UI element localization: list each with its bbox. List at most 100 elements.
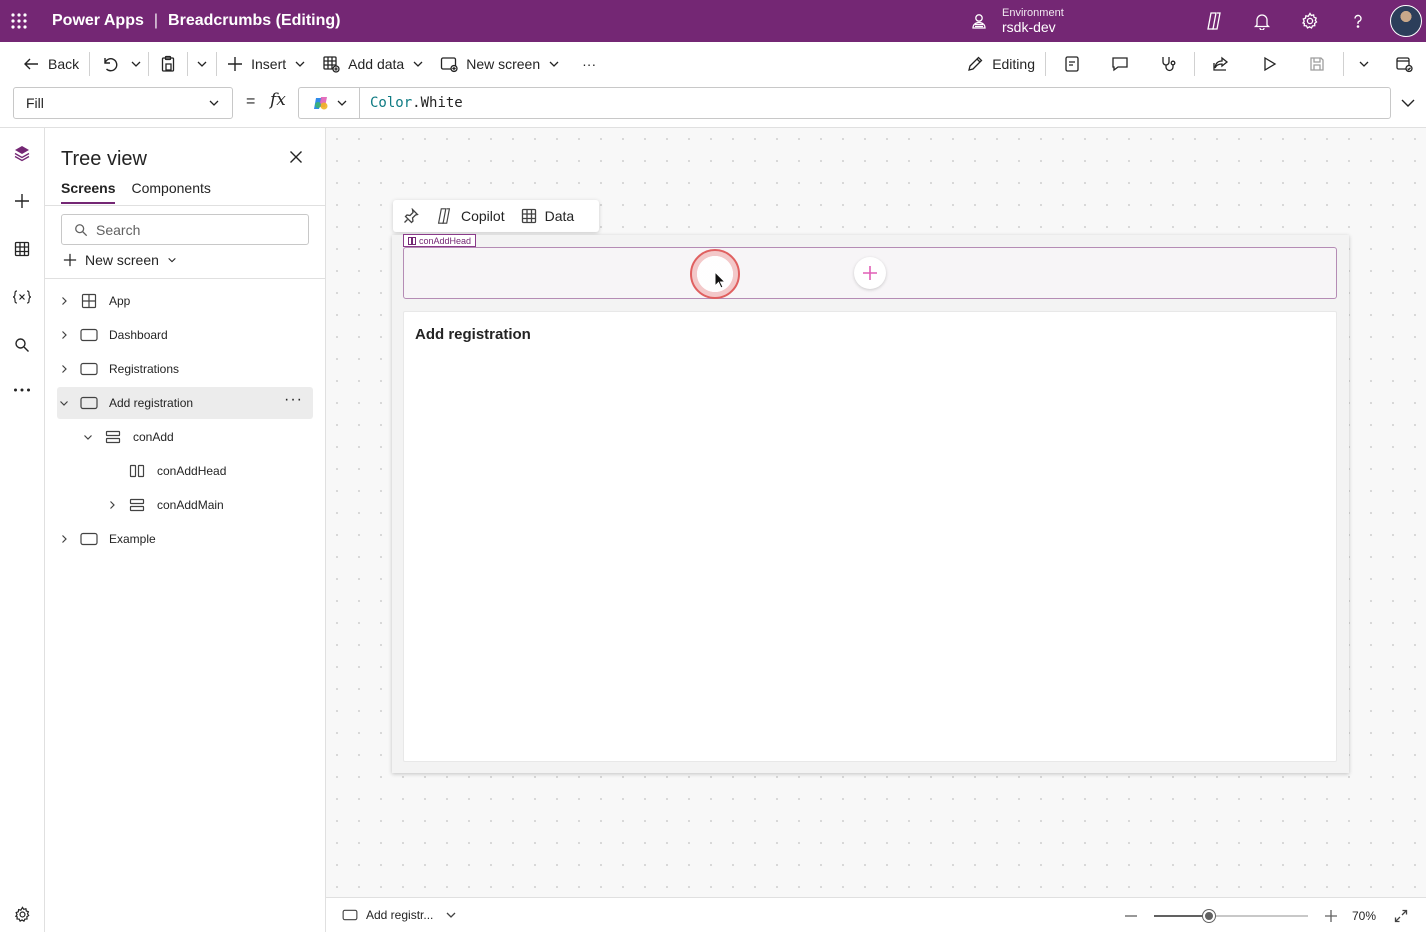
more-rail-button[interactable] — [0, 370, 44, 410]
chevron-down-icon[interactable] — [81, 432, 95, 442]
save-menu-button[interactable] — [1346, 48, 1382, 80]
more-commands-button[interactable]: ··· — [568, 48, 610, 80]
variables-rail-button[interactable] — [0, 277, 44, 317]
app-launcher-icon[interactable] — [0, 0, 38, 42]
undo-button[interactable] — [92, 48, 126, 80]
tree-node-add-registration[interactable]: Add registration ··· — [57, 387, 313, 419]
share-button[interactable] — [1197, 48, 1245, 80]
settings-rail-button[interactable] — [0, 894, 44, 932]
editing-label: Editing — [992, 56, 1035, 72]
selected-control-tag: conAddHead — [403, 234, 477, 247]
expand-formula-button[interactable] — [1400, 95, 1416, 111]
formula-input[interactable]: Color .White — [359, 87, 1391, 119]
tree-node-conadd[interactable]: conAdd — [81, 421, 313, 453]
divider — [216, 52, 218, 76]
property-dropdown[interactable]: Fill — [13, 87, 233, 119]
tree-view-button[interactable] — [0, 133, 44, 173]
pencil-icon — [966, 55, 984, 73]
zoom-slider-thumb[interactable] — [1203, 909, 1216, 922]
chevron-right-icon[interactable] — [105, 500, 119, 510]
help-icon[interactable] — [1334, 0, 1382, 42]
chevron-right-icon[interactable] — [57, 534, 71, 544]
tree-node-conaddhead[interactable]: conAddHead — [105, 455, 313, 487]
tree-node-dashboard[interactable]: Dashboard — [57, 319, 313, 351]
chevron-right-icon[interactable] — [57, 296, 71, 306]
back-label: Back — [48, 56, 80, 72]
environment-picker[interactable]: Environment rsdk-dev — [970, 0, 1064, 42]
insert-label: Insert — [251, 56, 287, 72]
tree-node-label: conAdd — [133, 430, 174, 444]
add-control-button[interactable] — [854, 257, 886, 289]
tab-screens[interactable]: Screens — [61, 180, 116, 204]
avatar[interactable] — [1390, 5, 1422, 37]
play-icon — [1260, 55, 1278, 73]
chevron-down-icon — [294, 58, 306, 70]
pin-icon[interactable] — [403, 208, 419, 224]
data-rail-button[interactable] — [0, 229, 44, 269]
chevron-down-icon — [336, 97, 348, 109]
screen-picker[interactable]: Add registr... — [342, 908, 457, 922]
plus-icon — [63, 253, 77, 267]
tree-node-app[interactable]: App — [57, 285, 313, 317]
tree-node-example[interactable]: Example — [57, 523, 313, 555]
more-options-icon[interactable]: ··· — [284, 392, 303, 408]
search-rail-button[interactable] — [0, 325, 44, 365]
gear-icon — [14, 905, 31, 923]
comments-button[interactable] — [1096, 48, 1144, 80]
chevron-down-icon — [412, 58, 424, 70]
main-title: Add registration — [415, 326, 531, 343]
tree-node-label: App — [109, 294, 131, 308]
undo-menu-button[interactable] — [126, 48, 146, 80]
new-screen-tree-button[interactable]: New screen — [63, 252, 177, 268]
chevron-right-icon[interactable] — [57, 330, 71, 340]
paste-menu-button[interactable] — [190, 48, 214, 80]
gear-icon[interactable] — [1286, 0, 1334, 42]
app-checker-button[interactable] — [1048, 48, 1096, 80]
data-toolbar-button[interactable]: Data — [521, 208, 574, 224]
preview-button[interactable] — [1245, 48, 1293, 80]
new-screen-button[interactable]: New screen — [432, 48, 568, 80]
back-button[interactable]: Back — [14, 48, 87, 80]
zoom-in-icon[interactable] — [1316, 909, 1346, 923]
zoom-out-icon[interactable] — [1116, 909, 1146, 923]
tree-node-conaddmain[interactable]: conAddMain — [105, 489, 313, 521]
table-icon — [14, 241, 30, 257]
conaddmain-container[interactable]: Add registration — [403, 311, 1337, 762]
tree-node-registrations[interactable]: Registrations — [57, 353, 313, 385]
more-icon: ··· — [582, 56, 597, 72]
copilot-icon[interactable] — [1190, 0, 1238, 42]
health-check-button[interactable] — [1144, 48, 1192, 80]
bell-icon[interactable] — [1238, 0, 1286, 42]
chevron-down-icon[interactable] — [57, 398, 71, 408]
horizontal-container-icon — [408, 236, 416, 245]
divider — [89, 52, 91, 76]
plus-icon — [14, 193, 30, 209]
fit-to-window-icon[interactable] — [1386, 909, 1416, 923]
close-icon[interactable] — [289, 150, 303, 164]
table-icon — [521, 208, 537, 224]
insert-button[interactable]: Insert — [219, 48, 314, 80]
app-name[interactable]: Power Apps — [52, 12, 144, 30]
divider — [45, 278, 325, 279]
divider — [1194, 52, 1195, 76]
chevron-down-icon — [1358, 58, 1370, 70]
editing-button[interactable]: Editing — [958, 48, 1043, 80]
save-button[interactable] — [1293, 48, 1341, 80]
copilot-toolbar-button[interactable]: Copilot — [435, 207, 505, 225]
screen-picker-label: Add registr... — [366, 908, 434, 922]
screen-icon — [79, 396, 99, 410]
add-data-button[interactable]: Add data — [314, 48, 432, 80]
publish-button[interactable] — [1382, 48, 1426, 80]
screen-icon — [342, 909, 358, 921]
environment-icon — [970, 12, 988, 30]
chevron-right-icon[interactable] — [57, 364, 71, 374]
tab-components[interactable]: Components — [131, 180, 210, 204]
insert-rail-button[interactable] — [0, 181, 44, 221]
formula-copilot-button[interactable] — [298, 87, 360, 119]
comment-icon — [1111, 55, 1129, 73]
search-input[interactable]: Search — [61, 214, 309, 245]
new-screen-label: New screen — [466, 56, 541, 72]
zoom-slider[interactable] — [1153, 909, 1308, 923]
fx-icon: fx — [270, 90, 286, 110]
paste-button[interactable] — [151, 48, 185, 80]
